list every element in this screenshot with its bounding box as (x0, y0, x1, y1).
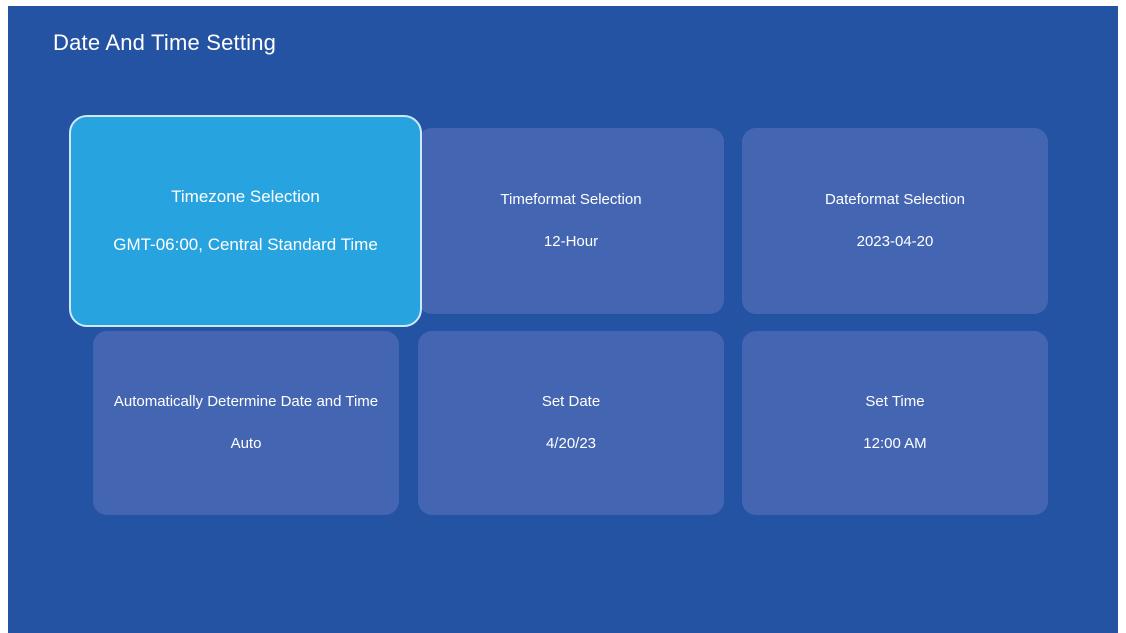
timezone-selection-label: Timezone Selection (171, 187, 320, 206)
dateformat-selection-value: 2023-04-20 (856, 233, 934, 250)
set-time-label: Set Time (865, 393, 925, 410)
page-title: Date And Time Setting (53, 30, 277, 55)
set-date-label: Set Date (541, 393, 601, 410)
timezone-selection-card[interactable]: Timezone Selection GMT-06:00, Central St… (69, 115, 422, 327)
dateformat-selection-label: Dateformat Selection (824, 191, 966, 208)
timezone-selection-value: GMT-06:00, Central Standard Time (113, 235, 378, 254)
timeformat-selection-label: Timeformat Selection (500, 191, 642, 208)
set-time-value: 12:00 AM (863, 435, 927, 452)
settings-screen: Date And Time Setting Timezone Selection… (8, 6, 1118, 633)
set-date-card[interactable]: Set Date 4/20/23 (418, 331, 724, 515)
timeformat-selection-value: 12-Hour (543, 233, 599, 250)
set-time-card[interactable]: Set Time 12:00 AM (742, 331, 1048, 515)
auto-date-time-value: Auto (230, 435, 262, 452)
auto-date-time-card[interactable]: Automatically Determine Date and Time Au… (93, 331, 399, 515)
dateformat-selection-card[interactable]: Dateformat Selection 2023-04-20 (742, 128, 1048, 314)
auto-date-time-label: Automatically Determine Date and Time (113, 393, 379, 410)
timeformat-selection-card[interactable]: Timeformat Selection 12-Hour (418, 128, 724, 314)
set-date-value: 4/20/23 (545, 435, 597, 452)
